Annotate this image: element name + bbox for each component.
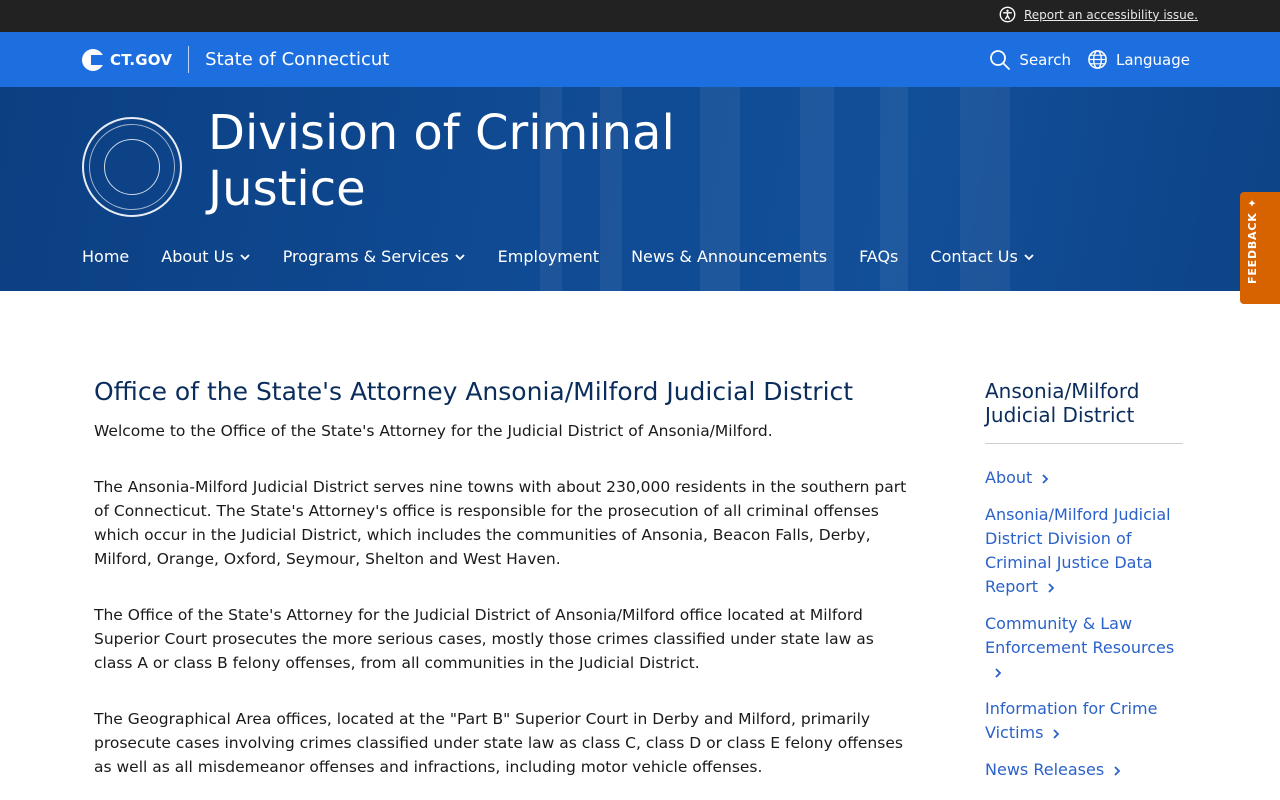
accessibility-icon xyxy=(999,6,1016,23)
body-paragraph: The Ansonia-Milford Judicial District se… xyxy=(94,478,907,568)
dcj-seal-icon[interactable] xyxy=(82,117,182,217)
nav-item-news-announcements[interactable]: News & Announcements xyxy=(631,247,827,266)
nav-item-label: News & Announcements xyxy=(631,247,828,266)
ctgov-logo[interactable]: CT.GOV xyxy=(82,48,173,71)
chevron-right-icon xyxy=(1053,728,1060,739)
brand-divider xyxy=(188,46,190,73)
utility-bar: Report an accessibility issue. xyxy=(0,0,1280,32)
sidebar-link-about[interactable]: About xyxy=(985,466,1183,490)
nav-item-programs-services[interactable]: Programs & Services xyxy=(283,247,466,266)
sidebar-title: Ansonia/Milford Judicial District xyxy=(985,379,1183,444)
ctgov-brand: CT.GOV State of Connecticut xyxy=(82,32,389,87)
sidebar-link-label: Ansonia/Milford Judicial District Divisi… xyxy=(985,505,1171,596)
feedback-tab[interactable]: FEEDBACK ✦ xyxy=(1240,192,1280,304)
language-label: Language xyxy=(1115,50,1190,69)
body-paragraph: The Office of the State's Attorney for t… xyxy=(94,606,874,672)
ctgov-header: CT.GOV State of Connecticut Search Langu… xyxy=(0,32,1280,87)
sidebar-link-label: Community & Law Enforcement Resources xyxy=(985,614,1175,657)
accessibility-report-link[interactable]: Report an accessibility issue. xyxy=(999,6,1198,23)
section-sidebar: Ansonia/Milford Judicial District About … xyxy=(985,379,1183,795)
main-content: Office of the State's Attorney Ansonia/M… xyxy=(94,377,914,800)
nav-item-label: About Us xyxy=(161,247,234,266)
sidebar-link-crime-victims[interactable]: Information for Crime Victims xyxy=(985,697,1183,745)
sidebar-link-label: About xyxy=(985,468,1033,487)
nav-item-home[interactable]: Home xyxy=(82,247,129,266)
nav-item-about-us[interactable]: About Us xyxy=(161,247,250,266)
chevron-right-icon xyxy=(1114,765,1121,776)
globe-icon xyxy=(1088,50,1107,69)
nav-item-label: Employment xyxy=(497,247,600,266)
ctgov-logo-icon xyxy=(82,48,104,71)
sidebar-link-news-releases[interactable]: News Releases xyxy=(985,758,1183,782)
search-label: Search xyxy=(1019,50,1071,69)
nav-item-faqs[interactable]: FAQs xyxy=(859,247,898,266)
sidebar-link-community-resources[interactable]: Community & Law Enforcement Resources xyxy=(985,612,1183,684)
nav-item-label: Contact Us xyxy=(930,247,1018,266)
agency-title[interactable]: Division of Criminal Justice xyxy=(208,105,768,217)
seal-center xyxy=(104,139,160,195)
search-button[interactable]: Search xyxy=(989,49,1071,71)
feedback-text: FEEDBACK xyxy=(1246,212,1259,284)
sidebar-link-label: Information for Crime Victims xyxy=(985,699,1158,742)
chevron-right-icon xyxy=(1042,473,1049,484)
nav-item-contact-us[interactable]: Contact Us xyxy=(930,247,1034,266)
chevron-right-icon xyxy=(1048,582,1055,593)
sparkle-icon: ✦ xyxy=(1246,197,1259,208)
agency-hero-banner: Division of Criminal Justice Home About … xyxy=(0,87,1280,291)
nav-item-label: Home xyxy=(82,247,130,266)
nav-item-label: FAQs xyxy=(859,247,899,266)
main-nav: Home About Us Programs & Services Employ… xyxy=(82,247,1035,266)
chevron-down-icon xyxy=(1024,253,1034,260)
ctgov-logo-text: CT.GOV xyxy=(110,50,173,69)
page-title: Office of the State's Attorney Ansonia/M… xyxy=(94,377,854,406)
language-button[interactable]: Language xyxy=(1087,49,1190,70)
sidebar-link-label: News Releases xyxy=(985,760,1105,779)
chevron-down-icon xyxy=(455,253,465,260)
sidebar-link-data-report[interactable]: Ansonia/Milford Judicial District Divisi… xyxy=(985,503,1183,599)
body-paragraph: Welcome to the Office of the State's Att… xyxy=(94,422,773,440)
feedback-label: FEEDBACK ✦ xyxy=(1246,198,1259,284)
accessibility-report-label: Report an accessibility issue. xyxy=(1023,7,1198,22)
header-tools: Search Language xyxy=(989,32,1190,87)
chevron-down-icon xyxy=(240,253,250,260)
nav-item-employment[interactable]: Employment xyxy=(498,247,599,266)
body-paragraph: The Geographical Area offices, located a… xyxy=(94,710,903,776)
nav-item-label: Programs & Services xyxy=(282,247,449,266)
state-name-link[interactable]: State of Connecticut xyxy=(205,49,389,70)
chevron-right-icon xyxy=(995,667,1002,678)
search-icon xyxy=(990,49,1011,70)
